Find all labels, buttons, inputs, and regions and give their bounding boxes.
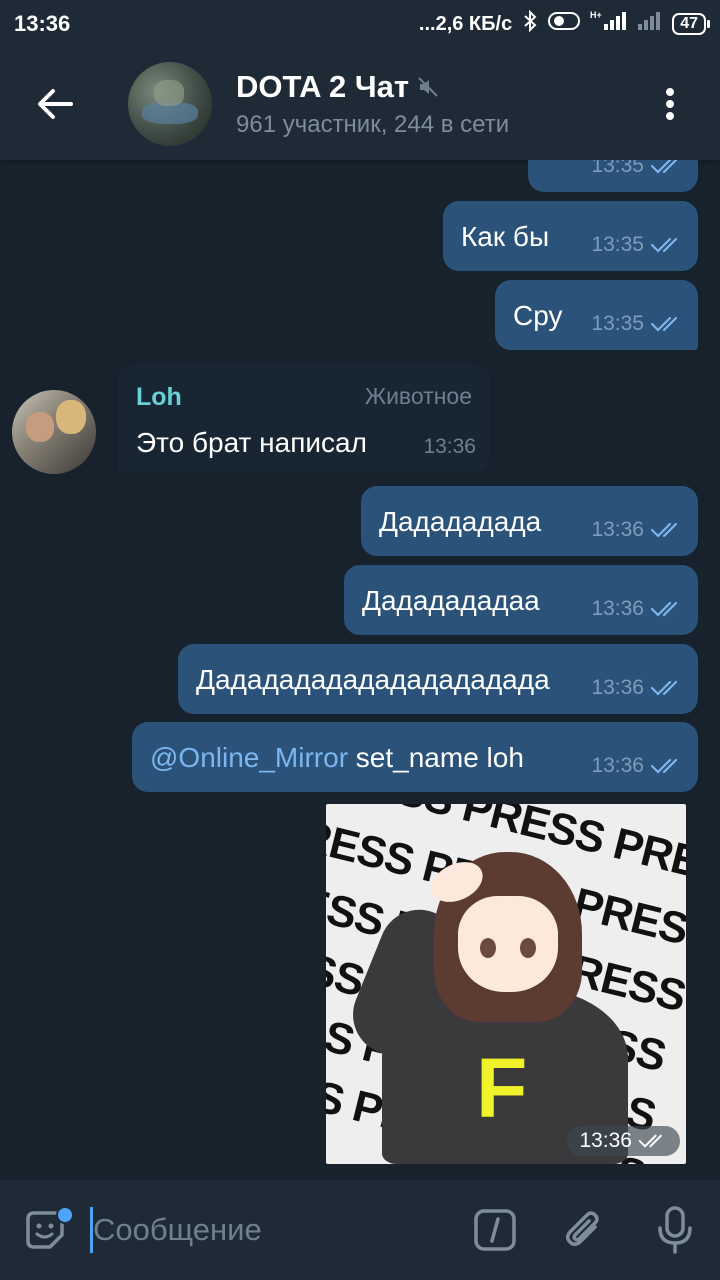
message-time: 13:36 (579, 1129, 632, 1152)
toggle-icon (548, 11, 581, 37)
message-meta: 13:36 (591, 754, 684, 778)
bot-command-button[interactable] (450, 1180, 540, 1280)
double-check-icon (650, 680, 678, 696)
status-time: 13:36 (14, 11, 71, 36)
status-bar: 13:36 ...2,6 КБ/с H+ 47 (0, 0, 720, 48)
sticker-figure-face (458, 896, 558, 992)
back-arrow-icon (38, 89, 73, 119)
double-check-icon (650, 160, 678, 174)
message-time: 13:36 (591, 676, 644, 699)
message-bubble[interactable]: Сру 13:35 (495, 280, 698, 350)
message-bubble[interactable]: Как бы 13:35 (443, 201, 698, 271)
sticker-meta: 13:36 (567, 1126, 680, 1156)
mute-icon (418, 77, 438, 97)
message-bubble[interactable]: @Online_Mirror set_name loh 13:36 (132, 722, 698, 792)
back-button[interactable] (0, 48, 110, 160)
chat-header: DOTA 2 Чат 961 участник, 244 в сети (0, 48, 720, 160)
message-text: Дадададададададададада (196, 664, 550, 695)
slash-command-icon (474, 1209, 516, 1251)
message-text: Дададададаа (362, 585, 540, 616)
message-bubble[interactable]: Дадададададададададада 13:36 (178, 644, 698, 714)
status-icons: ...2,6 КБ/с H+ 47 (418, 9, 710, 38)
sender-avatar[interactable] (12, 390, 96, 474)
signal-2-icon (636, 10, 662, 38)
message-text: Это брат написал (136, 427, 367, 458)
double-check-icon (650, 522, 678, 538)
network-speed: ...2,6 КБ/с (418, 12, 513, 35)
message-input-container[interactable] (90, 1180, 450, 1280)
message-time: 13:36 (591, 518, 644, 541)
signal-icon: H+ (590, 10, 627, 38)
message-time: 13:36 (423, 435, 476, 458)
message-bubble-incoming[interactable]: Loh Животное Это брат написал 13:36 (118, 365, 490, 473)
sender-tag: Животное (364, 383, 472, 409)
message-meta: 13:35 (591, 233, 684, 257)
message-meta: 13:36 (591, 597, 684, 621)
double-check-icon (650, 601, 678, 617)
double-check-icon (638, 1134, 662, 1148)
message-bubble[interactable]: Дадададада 13:36 (361, 486, 698, 556)
message-time: 13:35 (591, 233, 644, 256)
battery-indicator: 47 (672, 13, 710, 35)
svg-text:H+: H+ (590, 10, 602, 20)
message-list[interactable]: Я 13:35 Как бы 13:35 Сру 13:35 Loh Живот… (0, 160, 720, 1180)
message-time: 13:35 (591, 312, 644, 335)
message-time: 13:36 (591, 754, 644, 777)
message-meta: 13:36 (423, 435, 476, 459)
message-text-container: @Online_Mirror set_name loh (150, 742, 524, 774)
double-check-icon (650, 758, 678, 774)
notification-dot (56, 1206, 74, 1224)
message-meta: 13:35 (591, 160, 684, 178)
message-text: Дадададада (379, 506, 542, 537)
double-check-icon (650, 237, 678, 253)
voice-record-button[interactable] (630, 1180, 720, 1280)
more-menu-button[interactable] (620, 48, 720, 160)
message-bubble[interactable]: Я 13:35 (528, 160, 698, 192)
message-input-bar (0, 1180, 720, 1280)
message-meta: 13:36 (591, 518, 684, 542)
attach-button[interactable] (540, 1180, 630, 1280)
microphone-icon (658, 1206, 692, 1254)
chat-info[interactable]: DOTA 2 Чат 961 участник, 244 в сети (236, 69, 509, 139)
message-input[interactable] (93, 1212, 393, 1248)
sticker-letter: F (476, 1041, 528, 1135)
chat-title: DOTA 2 Чат (236, 69, 410, 104)
sticker-message[interactable]: PRESS PRESS PRESS PRESS PRESS PRESS PRES… (326, 804, 686, 1164)
message-meta: 13:36 (591, 676, 684, 700)
message-text: Сру (513, 300, 563, 331)
message-text: set_name loh (348, 742, 524, 773)
more-vertical-icon (666, 88, 674, 120)
mention-link[interactable]: @Online_Mirror (150, 742, 348, 773)
group-avatar[interactable] (128, 62, 212, 146)
message-time: 13:35 (591, 160, 644, 177)
chat-subtitle: 961 участник, 244 в сети (236, 111, 510, 138)
sticker-emoji-button[interactable] (0, 1180, 90, 1280)
double-check-icon (650, 316, 678, 332)
message-meta: 13:35 (591, 312, 684, 336)
bluetooth-icon (522, 9, 538, 38)
sender-name[interactable]: Loh (136, 383, 182, 412)
message-text: Как бы (461, 221, 550, 252)
message-time: 13:36 (591, 597, 644, 620)
message-bubble[interactable]: Дададададаа 13:36 (344, 565, 698, 635)
paperclip-icon (566, 1211, 599, 1246)
